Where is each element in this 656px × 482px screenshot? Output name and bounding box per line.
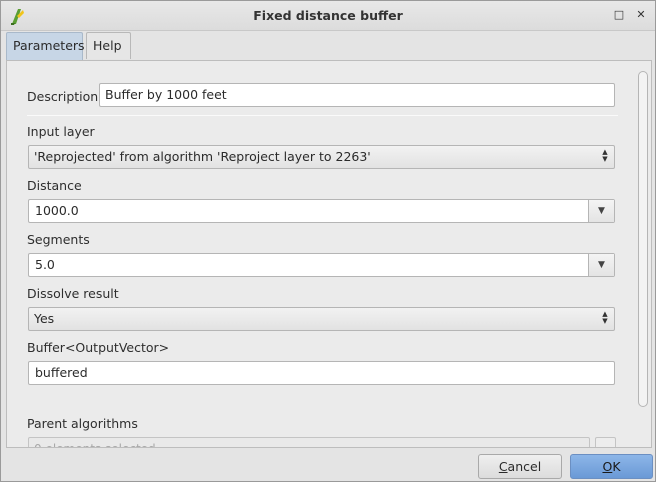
distance-value: 1000.0 [35,203,79,218]
dialog-window: Fixed distance buffer □ ✕ Parameters Hel… [0,0,656,482]
restore-icon: □ [613,8,625,21]
title-bar[interactable]: Fixed distance buffer □ ✕ [1,1,655,31]
ok-button[interactable]: OK [570,454,653,479]
window-title: Fixed distance buffer [253,8,403,23]
tab-parameters[interactable]: Parameters [6,32,85,60]
parent-algorithms-field[interactable]: 0 elements selected [28,437,590,447]
segments-label: Segments [27,232,90,247]
cancel-mnemonic: C [498,459,508,474]
parent-algorithms-label: Parent algorithms [27,416,138,431]
output-value: buffered [35,365,88,380]
separator [27,115,618,116]
dissolve-label: Dissolve result [27,286,119,301]
parent-algorithms-button[interactable] [595,437,616,447]
description-input[interactable]: Buffer by 1000 feet [99,83,615,107]
segments-input[interactable]: 5.0 ▼ [28,253,615,277]
segments-value: 5.0 [35,257,55,272]
dissolve-value: Yes [34,311,55,326]
vertical-scrollbar[interactable] [638,71,648,407]
cancel-button[interactable]: Cancel [478,454,562,479]
segments-dropdown-button[interactable]: ▼ [588,254,614,276]
restore-window-button[interactable]: □ [609,6,629,25]
parameters-panel: Description Buffer by 1000 feet Input la… [6,60,652,448]
spin-arrows-icon: ▲ ▼ [602,148,608,163]
spin-arrows-icon: ▲ ▼ [602,310,608,325]
distance-input[interactable]: 1000.0 ▼ [28,199,615,223]
ok-label: K [612,459,621,474]
tab-help[interactable]: Help [86,32,131,59]
input-layer-value: 'Reprojected' from algorithm 'Reproject … [34,149,371,164]
chevron-down-icon: ▼ [598,260,605,270]
chevron-down-icon: ▼ [598,206,605,216]
ok-mnemonic: O [602,459,613,474]
input-layer-select[interactable]: 'Reprojected' from algorithm 'Reproject … [28,145,615,169]
distance-dropdown-button[interactable]: ▼ [588,200,614,222]
description-label: Description [27,89,99,104]
close-window-button[interactable]: ✕ [631,6,651,25]
dissolve-select[interactable]: Yes ▲ ▼ [28,307,615,331]
distance-label: Distance [27,178,82,193]
output-label: Buffer<OutputVector> [27,340,170,355]
cancel-label: ancel [507,459,542,474]
input-layer-label: Input layer [27,124,95,139]
close-icon: ✕ [636,8,646,21]
output-input[interactable]: buffered [28,361,615,385]
